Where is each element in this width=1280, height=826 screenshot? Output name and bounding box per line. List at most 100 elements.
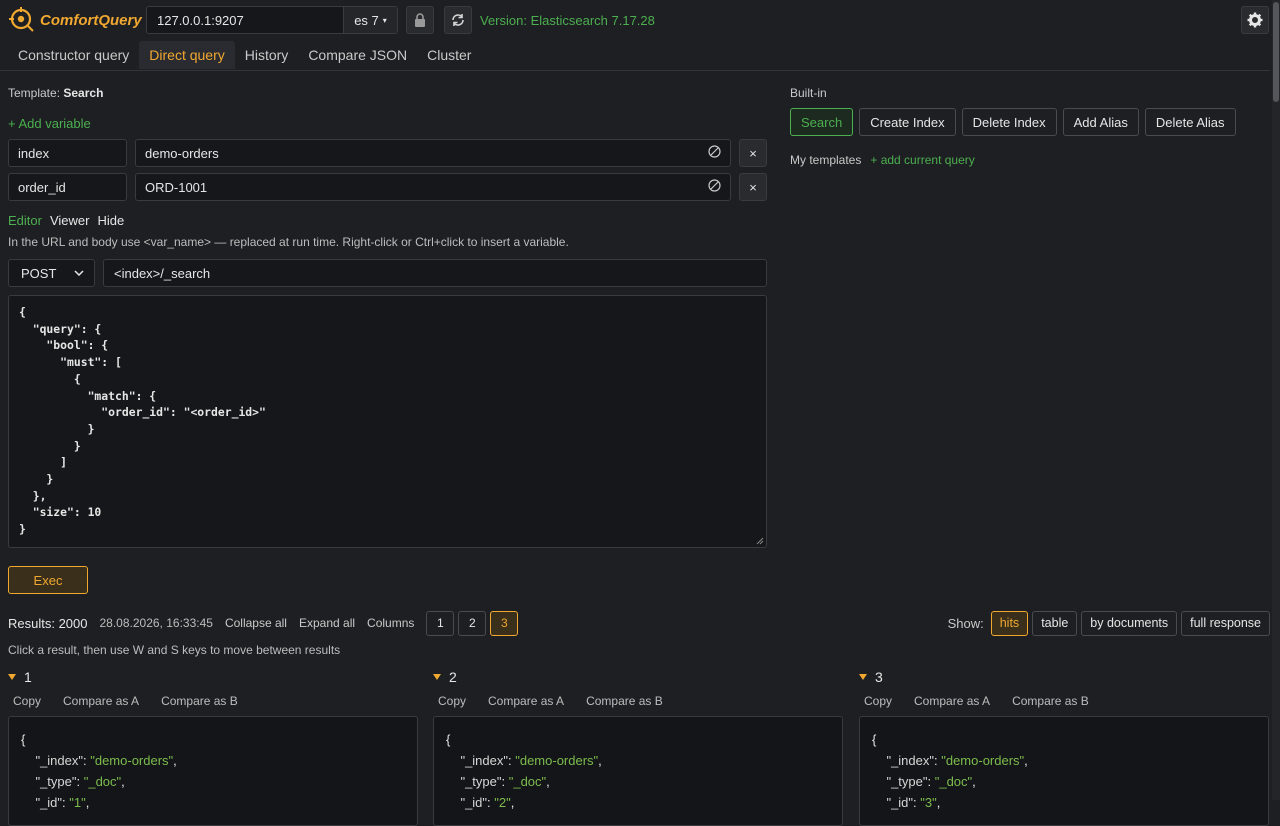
json-open-brace: { [872, 732, 877, 747]
columns-label: Columns [367, 616, 415, 630]
json-index-value: "demo-orders" [515, 753, 599, 768]
json-type-value: "_doc" [83, 774, 122, 789]
result-json[interactable]: { "_index": "demo-orders", "_type": "_do… [433, 716, 843, 826]
compare-as-a-link[interactable]: Compare as A [63, 694, 139, 708]
result-actions: Copy Compare as A Compare as B [859, 694, 1269, 708]
show-table-button[interactable]: table [1032, 610, 1078, 636]
exec-button[interactable]: Exec [8, 566, 88, 594]
show-options: Show: hits table by documents full respo… [948, 610, 1270, 636]
tab-constructor-query[interactable]: Constructor query [8, 41, 139, 69]
remove-variable-button[interactable]: × [739, 173, 767, 201]
add-current-query-link[interactable]: + add current query [870, 153, 974, 167]
variable-row: index demo-orders × [8, 139, 767, 167]
result-number: 3 [875, 669, 883, 685]
template-create-index-button[interactable]: Create Index [859, 108, 956, 136]
remove-variable-button[interactable]: × [739, 139, 767, 167]
json-index-line: "_index": "demo-orders", [460, 753, 602, 768]
mode-viewer[interactable]: Viewer [50, 213, 90, 228]
scrollbar-thumb[interactable] [1273, 2, 1279, 102]
json-type-value: "_doc" [508, 774, 547, 789]
add-variable-link[interactable]: + Add variable [8, 116, 91, 131]
connection-box: es 7 ▾ [146, 6, 398, 34]
clear-icon[interactable] [708, 179, 721, 195]
refresh-button[interactable] [444, 6, 472, 34]
chevron-down-icon: ▾ [382, 15, 387, 25]
json-index-value: "demo-orders" [941, 753, 1025, 768]
result-json[interactable]: { "_index": "demo-orders", "_type": "_do… [859, 716, 1269, 826]
template-delete-index-button[interactable]: Delete Index [961, 108, 1057, 136]
version-text: Version: Elasticsearch 7.17.28 [480, 13, 655, 28]
json-id-value: "3" [920, 795, 937, 810]
tab-cluster[interactable]: Cluster [417, 41, 481, 69]
mode-editor[interactable]: Editor [8, 213, 42, 228]
resize-handle-icon[interactable] [756, 537, 764, 545]
json-id-line: "_id": "3", [886, 795, 941, 810]
result-json[interactable]: { "_index": "demo-orders", "_type": "_do… [8, 716, 418, 826]
columns-1-button[interactable]: 1 [426, 610, 455, 636]
result-number: 2 [449, 669, 457, 685]
result-card[interactable]: 1 Copy Compare as A Compare as B { "_ind… [8, 668, 418, 826]
json-type-value: "_doc" [934, 774, 973, 789]
mode-hide[interactable]: Hide [97, 213, 124, 228]
columns-3-button[interactable]: 3 [490, 610, 519, 636]
result-header[interactable]: 1 [8, 668, 418, 686]
collapse-triangle-icon[interactable] [859, 674, 867, 680]
template-search-button[interactable]: Search [790, 108, 854, 136]
page-scrollbar[interactable] [1272, 0, 1280, 800]
lock-icon [415, 13, 425, 27]
json-type-line: "_type": "_doc", [35, 774, 125, 789]
lock-button[interactable] [406, 6, 434, 34]
collapse-triangle-icon[interactable] [8, 674, 16, 680]
clear-icon[interactable] [708, 145, 721, 161]
compare-as-b-link[interactable]: Compare as B [586, 694, 663, 708]
refresh-icon [452, 14, 464, 26]
variable-value-field[interactable]: demo-orders [135, 139, 731, 167]
my-templates: My templates + add current query [790, 153, 975, 167]
variable-value-field[interactable]: ORD-1001 [135, 173, 731, 201]
result-header[interactable]: 3 [859, 668, 1269, 686]
show-by-documents-button[interactable]: by documents [1081, 610, 1178, 636]
result-header[interactable]: 2 [433, 668, 843, 686]
query-body-editor[interactable]: { "query": { "bool": { "must": [ { "matc… [8, 295, 767, 548]
results-timestamp: 28.08.2026, 16:33:45 [99, 616, 213, 630]
results-toolbar: Results: 2000 28.08.2026, 16:33:45 Colla… [8, 610, 1270, 636]
compare-as-b-link[interactable]: Compare as B [161, 694, 238, 708]
template-label-text: Template: [8, 86, 61, 100]
copy-link[interactable]: Copy [864, 694, 892, 708]
es-version-label: es 7 [354, 12, 379, 28]
http-method-select[interactable]: POST [8, 259, 95, 287]
es-version-select[interactable]: es 7 ▾ [343, 7, 397, 33]
tab-direct-query[interactable]: Direct query [139, 41, 235, 69]
expand-all-link[interactable]: Expand all [299, 616, 355, 630]
close-icon: × [749, 179, 757, 195]
collapse-all-link[interactable]: Collapse all [225, 616, 287, 630]
json-type-line: "_type": "_doc", [460, 774, 550, 789]
tab-history[interactable]: History [235, 41, 299, 69]
columns-2-button[interactable]: 2 [458, 610, 487, 636]
tabs-divider [0, 70, 1270, 71]
editor-mode-tabs: Editor Viewer Hide [8, 213, 124, 228]
variable-value-text: ORD-1001 [145, 179, 208, 195]
variable-name-field[interactable]: order_id [8, 173, 127, 201]
show-full-response-button[interactable]: full response [1181, 610, 1270, 636]
host-input[interactable] [147, 7, 343, 33]
url-input[interactable]: <index>/_search [103, 259, 767, 287]
result-card[interactable]: 2 Copy Compare as A Compare as B { "_ind… [433, 668, 843, 826]
collapse-triangle-icon[interactable] [433, 674, 441, 680]
copy-link[interactable]: Copy [13, 694, 41, 708]
variable-name-field[interactable]: index [8, 139, 127, 167]
variable-hint: In the URL and body use <var_name> — rep… [8, 235, 569, 249]
compare-as-a-link[interactable]: Compare as A [914, 694, 990, 708]
tab-compare-json[interactable]: Compare JSON [298, 41, 417, 69]
compare-as-a-link[interactable]: Compare as A [488, 694, 564, 708]
compare-as-b-link[interactable]: Compare as B [1012, 694, 1089, 708]
result-number: 1 [24, 669, 32, 685]
result-card[interactable]: 3 Copy Compare as A Compare as B { "_ind… [859, 668, 1269, 826]
template-add-alias-button[interactable]: Add Alias [1062, 108, 1139, 136]
settings-button[interactable] [1241, 6, 1269, 34]
my-templates-label: My templates [790, 153, 862, 167]
http-method-label: POST [21, 265, 57, 281]
copy-link[interactable]: Copy [438, 694, 466, 708]
template-delete-alias-button[interactable]: Delete Alias [1144, 108, 1236, 136]
show-hits-button[interactable]: hits [990, 610, 1029, 636]
